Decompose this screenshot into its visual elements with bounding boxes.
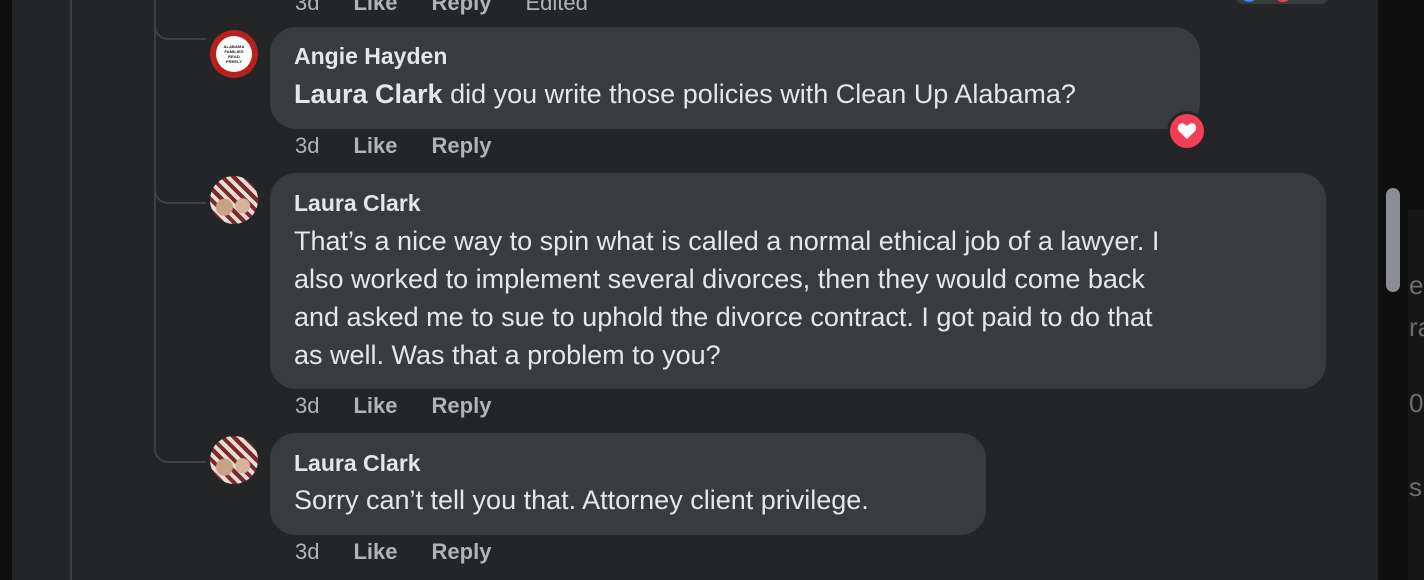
comment-author[interactable]: Laura Clark xyxy=(294,450,421,477)
like-button[interactable]: Like xyxy=(353,133,397,159)
heart-reaction-icon xyxy=(1274,0,1292,2)
mention-link[interactable]: Laura Clark xyxy=(294,79,443,109)
comment-timestamp[interactable]: 3d xyxy=(295,0,319,16)
reaction-badge[interactable] xyxy=(1167,111,1207,151)
thread-line-outer xyxy=(70,0,72,580)
comment-bubble: Laura Clark Sorry can’t tell you that. A… xyxy=(270,433,986,535)
thread-connector xyxy=(154,443,206,463)
reply-button[interactable]: Reply xyxy=(432,539,492,565)
comment-text: Sorry can’t tell you that. Attorney clie… xyxy=(294,485,869,515)
like-button[interactable]: Like xyxy=(353,539,397,565)
avatar[interactable] xyxy=(210,176,258,224)
background-text-fragment: ra xyxy=(1409,312,1424,342)
comment-text-body: did you write those policies with Clean … xyxy=(442,79,1076,109)
like-button[interactable]: Like xyxy=(353,0,397,16)
heart-reaction-icon xyxy=(1170,114,1204,148)
reaction-summary[interactable] xyxy=(1234,0,1330,4)
comment-timestamp[interactable]: 3d xyxy=(295,539,319,565)
comment-bubble: Laura Clark That’s a nice way to spin wh… xyxy=(270,173,1326,389)
thread-connector xyxy=(154,20,206,40)
alabama-families-read-freely-logo: ALABAMA FAMILIES READ FREELY xyxy=(216,36,252,72)
comment-text-line: That’s a nice way to spin what is called… xyxy=(294,226,1160,256)
comments-panel: 3d Like Reply Edited ALABAMA FAMILIES RE… xyxy=(12,0,1378,580)
comment-author[interactable]: Laura Clark xyxy=(294,190,421,217)
avatar[interactable]: ALABAMA FAMILIES READ FREELY xyxy=(210,30,258,78)
comment-text-line: and asked me to sue to uphold the divorc… xyxy=(294,302,1153,332)
comment-bubble: Angie Hayden Laura Clark did you write t… xyxy=(270,27,1200,129)
edited-label: Edited xyxy=(525,0,588,15)
comment-timestamp[interactable]: 3d xyxy=(295,393,319,419)
background-text-fragment: es xyxy=(1409,270,1424,300)
like-button[interactable]: Like xyxy=(353,393,397,419)
comment-actions: 3d Like Reply xyxy=(295,539,491,565)
like-reaction-icon xyxy=(1240,0,1258,2)
reply-button[interactable]: Reply xyxy=(432,393,492,419)
comment-text-line: also worked to implement several divorce… xyxy=(294,264,1145,294)
background-text-fragment: 0 xyxy=(1409,388,1424,418)
background-text-fragment: s xyxy=(1409,472,1422,502)
thread-line-inner xyxy=(154,0,156,445)
thread-connector xyxy=(154,184,206,204)
logo-text: FREELY xyxy=(225,59,242,64)
reply-button[interactable]: Reply xyxy=(432,0,492,16)
avatar[interactable] xyxy=(210,436,258,484)
background-left-edge xyxy=(0,0,12,580)
comment-actions: 3d Like Reply xyxy=(295,133,491,159)
reply-button[interactable]: Reply xyxy=(432,133,492,159)
comment-actions: 3d Like Reply xyxy=(295,393,491,419)
comment-actions-top: 3d Like Reply Edited xyxy=(295,0,622,16)
scrollbar-thumb[interactable] xyxy=(1386,188,1400,292)
comment-text-line: as well. Was that a problem to you? xyxy=(294,340,721,370)
comment-text: Laura Clark did you write those policies… xyxy=(294,75,1076,113)
comment-timestamp[interactable]: 3d xyxy=(295,133,319,159)
comment-author[interactable]: Angie Hayden xyxy=(294,43,447,70)
